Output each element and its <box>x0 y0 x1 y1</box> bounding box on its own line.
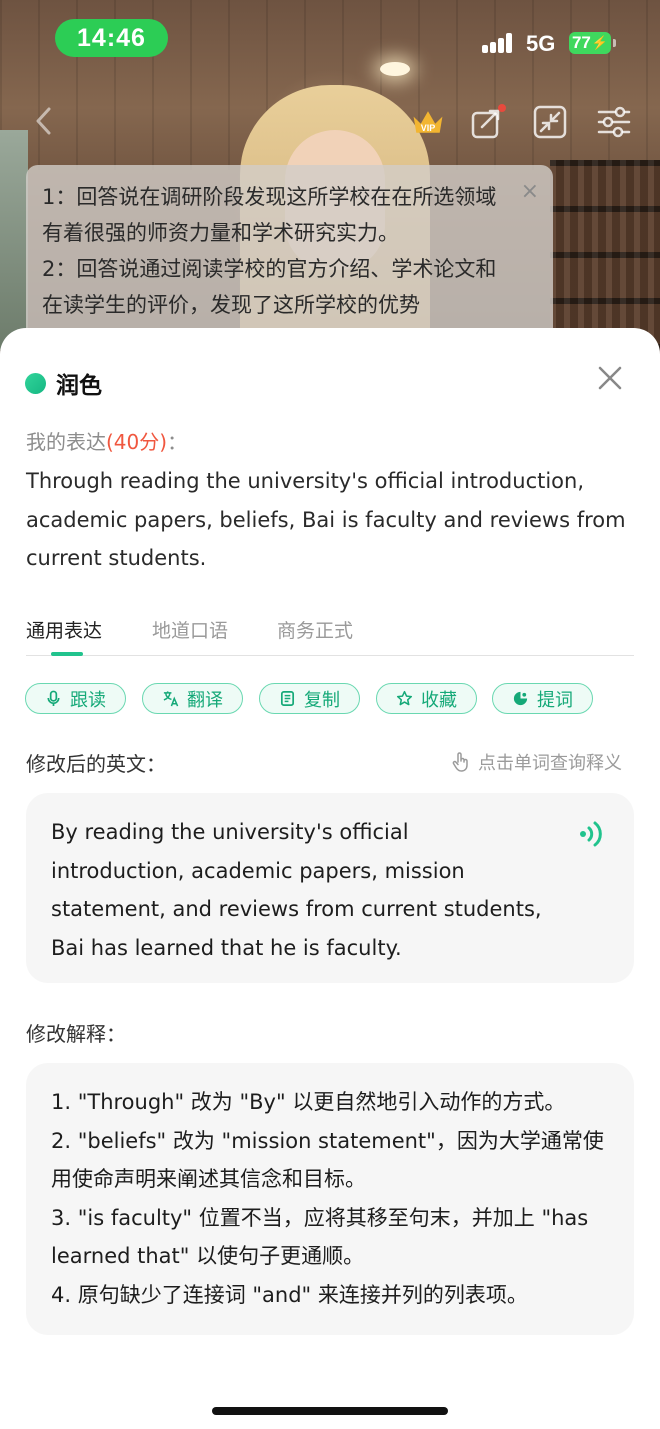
explanation-item: 1. "Through" 改为 "By" 以更自然地引入动作的方式。 <box>51 1090 566 1114</box>
translate-icon <box>163 691 179 707</box>
network-label: 5G <box>526 31 556 56</box>
hint-card: 1：回答说在调研阶段发现这所学校在在所选领域有着很强的师资力量和学术研究实力。 … <box>26 165 553 340</box>
active-tab-indicator <box>51 652 83 656</box>
follow-read-label: 跟读 <box>70 689 106 711</box>
explanation-card: 1. "Through" 改为 "By" 以更自然地引入动作的方式。 2. "b… <box>26 1063 634 1335</box>
favorite-button[interactable]: 收藏 <box>376 683 477 714</box>
sheet-title: 润色 <box>56 373 102 399</box>
tab-business[interactable]: 商务正式 <box>277 616 353 643</box>
svg-text:VIP: VIP <box>421 123 436 133</box>
my-expression-text: Through reading the university's officia… <box>26 469 626 570</box>
explanation-label: 修改解释： <box>26 1022 126 1046</box>
battery-level: 77 <box>571 33 591 52</box>
window <box>0 130 28 350</box>
vip-crown-icon[interactable]: VIP <box>410 104 446 140</box>
lookup-hint-text: 点击单词查询释义 <box>478 753 622 774</box>
copy-label: 复制 <box>304 689 340 711</box>
explanation-item: 2. "beliefs" 改为 "mission statement"，因为大学… <box>51 1128 604 1192</box>
sliders-icon[interactable] <box>596 104 632 140</box>
label-colon: ： <box>167 430 188 454</box>
share-icon[interactable] <box>470 104 506 140</box>
tab-general[interactable]: 通用表达 <box>26 616 102 643</box>
microphone-icon <box>47 690 60 707</box>
home-indicator[interactable] <box>212 1407 448 1415</box>
copy-button[interactable]: 复制 <box>259 683 360 714</box>
status-bar: 14:46 5G 77 ⚡ <box>0 0 660 80</box>
score-badge: (40分) <box>106 430 168 454</box>
explanation-item: 4. 原句缺少了连接词 "and" 来连接并列的列表项。 <box>51 1282 528 1307</box>
hint-line-2: 2：回答说通过阅读学校的官方介绍、学术论文和在读学生的评价，发现了这所学校的优势 <box>42 257 497 317</box>
prompt-button[interactable]: 提词 <box>492 683 593 714</box>
my-expression-label: 我的表达(40分)： <box>26 426 187 455</box>
chevron-left-icon[interactable] <box>30 106 60 136</box>
battery-indicator: 77 ⚡ <box>569 32 616 54</box>
prompt-icon <box>513 691 528 706</box>
copy-icon <box>280 691 295 706</box>
revised-label: 修改后的英文： <box>26 752 166 776</box>
translate-button[interactable]: 翻译 <box>142 683 243 714</box>
my-expression-title: 我的表达 <box>26 430 106 454</box>
hint-line-1: 1：回答说在调研阶段发现这所学校在在所选领域有着很强的师资力量和学术研究实力。 <box>42 185 497 245</box>
revised-card: By reading the university's official int… <box>26 793 634 983</box>
hint-close-button[interactable]: × <box>521 179 539 204</box>
prompt-label: 提词 <box>537 689 573 711</box>
follow-read-button[interactable]: 跟读 <box>25 683 126 714</box>
star-icon <box>396 690 413 706</box>
minimize-icon[interactable] <box>532 104 568 140</box>
polish-dot-icon <box>25 372 46 394</box>
explanation-item: 3. "is faculty" 位置不当，应将其移至句末，并加上 "has le… <box>51 1205 589 1269</box>
word-lookup-hint: 点击单词查询释义 <box>450 749 622 775</box>
style-tabs: 通用表达 地道口语 商务正式 <box>26 616 634 656</box>
translate-label: 翻译 <box>187 689 223 711</box>
sheet-header: 润色 <box>25 366 102 400</box>
hand-tap-icon <box>452 752 468 772</box>
status-time: 14:46 <box>55 19 168 57</box>
close-icon[interactable] <box>596 364 624 392</box>
favorite-label: 收藏 <box>421 689 457 711</box>
revised-text[interactable]: By reading the university's official int… <box>51 813 544 967</box>
signal-icon <box>482 33 518 53</box>
tab-colloquial[interactable]: 地道口语 <box>152 616 228 643</box>
speaker-icon[interactable] <box>578 820 606 848</box>
polish-sheet: 润色 我的表达(40分)： Through reading the univer… <box>0 328 660 1429</box>
